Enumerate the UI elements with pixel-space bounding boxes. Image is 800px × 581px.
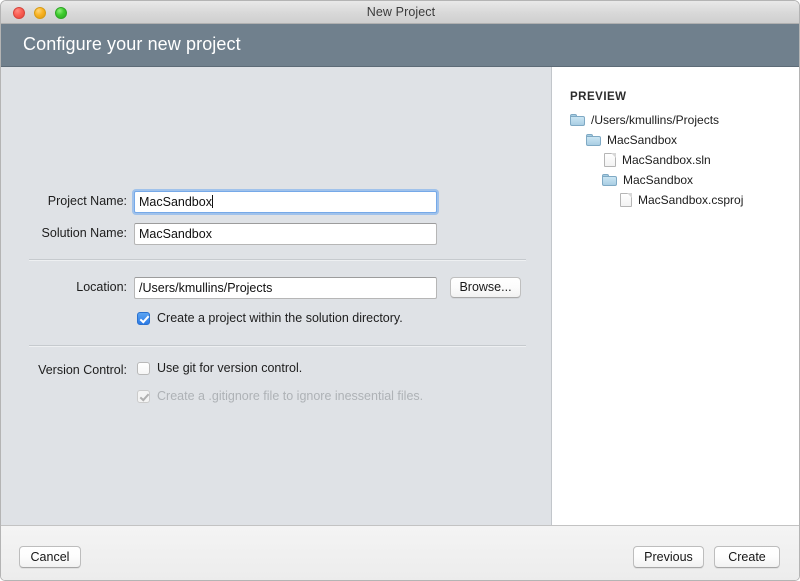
checkbox-checked-disabled-icon bbox=[137, 389, 150, 403]
tree-item-label: MacSandbox.sln bbox=[622, 153, 711, 167]
create-button[interactable]: Create bbox=[714, 546, 780, 568]
tree-item-project-folder[interactable]: MacSandbox bbox=[602, 171, 693, 189]
window-title: New Project bbox=[366, 5, 436, 19]
form-separator-1 bbox=[29, 259, 526, 261]
tree-item-label: MacSandbox bbox=[623, 173, 694, 187]
page-title: Configure your new project bbox=[23, 34, 241, 54]
browse-button[interactable]: Browse... bbox=[450, 277, 521, 298]
file-icon bbox=[620, 193, 632, 207]
project-name-value: MacSandbox bbox=[139, 195, 212, 209]
preview-heading: PREVIEW bbox=[570, 91, 627, 103]
preview-pane: PREVIEW /Users/kmullins/Projects MacSand… bbox=[552, 67, 799, 525]
new-project-dialog: New Project Configure your new project P… bbox=[0, 0, 800, 581]
tree-item-root[interactable]: /Users/kmullins/Projects bbox=[570, 111, 719, 129]
use-git-label: Use git for version control. bbox=[157, 361, 303, 375]
checkbox-checked-icon bbox=[137, 311, 150, 325]
tree-item-label: /Users/kmullins/Projects bbox=[591, 113, 720, 127]
folder-icon bbox=[570, 114, 585, 126]
window-titlebar: New Project bbox=[1, 1, 799, 24]
cancel-button[interactable]: Cancel bbox=[19, 546, 81, 568]
location-value: /Users/kmullins/Projects bbox=[139, 281, 273, 295]
location-label: Location: bbox=[76, 280, 127, 294]
text-caret bbox=[211, 195, 213, 208]
create-gitignore-label: Create a .gitignore file to ignore iness… bbox=[157, 389, 424, 403]
file-icon bbox=[604, 153, 616, 167]
previous-button[interactable]: Previous bbox=[633, 546, 704, 568]
create-project-directory-label: Create a project within the solution dir… bbox=[157, 311, 403, 325]
tree-item-label: MacSandbox bbox=[607, 133, 678, 147]
folder-icon bbox=[602, 174, 617, 186]
create-gitignore-checkbox: Create a .gitignore file to ignore iness… bbox=[137, 389, 423, 403]
solution-name-input[interactable]: MacSandbox bbox=[134, 223, 437, 245]
tree-item-solution-folder[interactable]: MacSandbox bbox=[586, 131, 677, 149]
tree-item-label: MacSandbox.csproj bbox=[638, 193, 744, 207]
tree-item-solution-file[interactable]: MacSandbox.sln bbox=[604, 151, 711, 169]
dialog-content: Project Name: MacSandbox Solution Name: … bbox=[1, 67, 799, 525]
use-git-checkbox[interactable]: Use git for version control. bbox=[137, 361, 302, 375]
configuration-pane: Project Name: MacSandbox Solution Name: … bbox=[1, 67, 552, 525]
checkbox-unchecked-icon bbox=[137, 361, 150, 375]
folder-icon bbox=[586, 134, 601, 146]
dialog-footer: Cancel Previous Create bbox=[1, 525, 799, 580]
solution-name-value: MacSandbox bbox=[139, 227, 212, 241]
create-project-directory-checkbox[interactable]: Create a project within the solution dir… bbox=[137, 311, 403, 325]
version-control-label: Version Control: bbox=[38, 363, 127, 377]
project-name-label: Project Name: bbox=[47, 194, 127, 208]
tree-item-project-file[interactable]: MacSandbox.csproj bbox=[620, 191, 743, 209]
solution-name-label: Solution Name: bbox=[41, 226, 127, 240]
project-name-input[interactable]: MacSandbox bbox=[134, 191, 437, 213]
form-separator-2 bbox=[29, 345, 526, 347]
dialog-banner: Configure your new project bbox=[1, 24, 799, 67]
location-input[interactable]: /Users/kmullins/Projects bbox=[134, 277, 437, 299]
